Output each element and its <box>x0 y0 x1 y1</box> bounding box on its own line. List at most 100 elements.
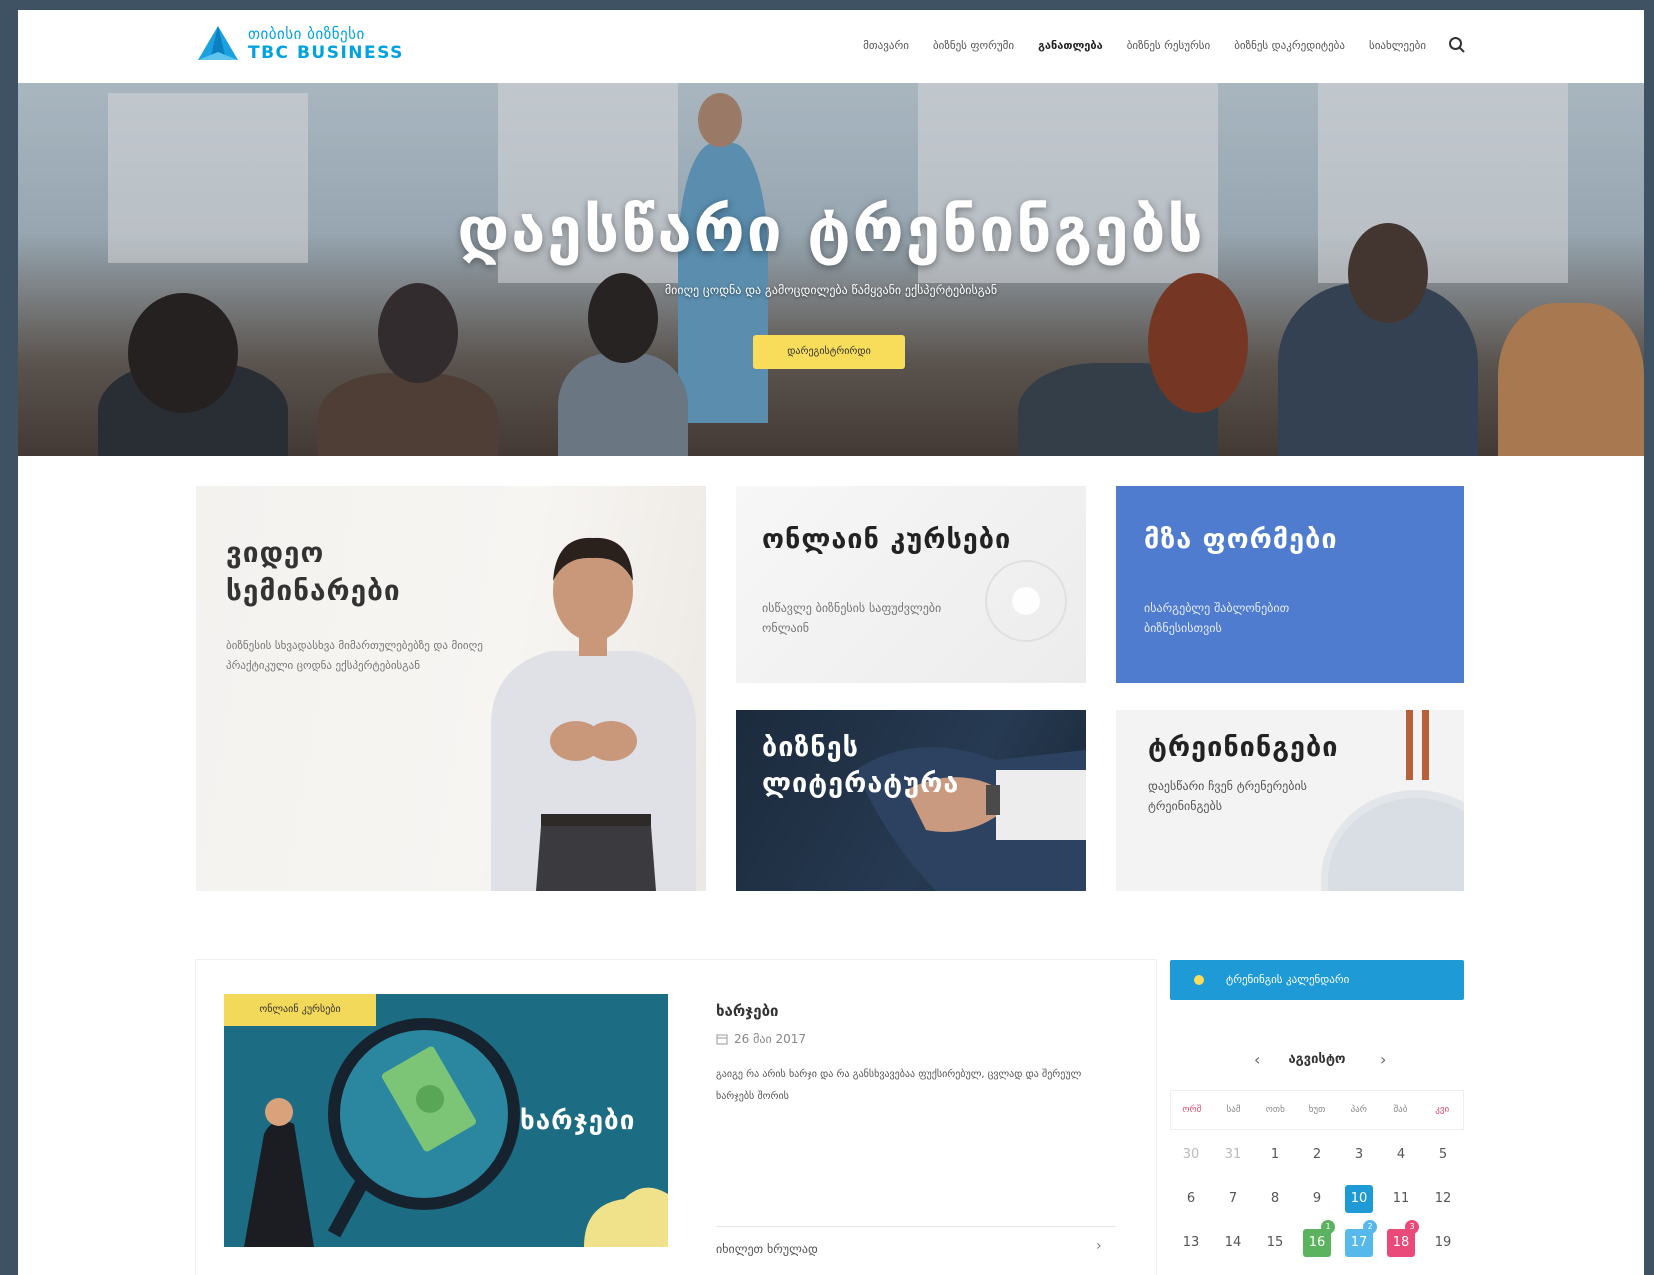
nav-item-1[interactable]: ბიზნეს ფორუმი <box>933 39 1014 52</box>
event-count-badge: 1 <box>1321 1220 1335 1234</box>
logo-mark-icon <box>198 26 238 60</box>
calendar-day-number: 3 <box>1354 1147 1364 1162</box>
calendar-day[interactable]: 12 <box>1422 1184 1464 1228</box>
top-header: თიბისი ბიზნესი TBC BUSINESS მთავარი ბიზნე… <box>18 10 1644 83</box>
article-divider <box>716 1226 1116 1227</box>
event-count-badge: 3 <box>1405 1220 1419 1234</box>
speaker-photo-icon <box>491 537 696 891</box>
hero-overlay <box>18 83 1644 456</box>
tile-trainings-title: ტრეინინგები <box>1148 732 1339 763</box>
nav-item-4[interactable]: ბიზნეს დაკრედიტება <box>1234 39 1345 52</box>
calendar-day[interactable]: 3 <box>1338 1140 1380 1184</box>
calendar-weekday: შაბ <box>1393 1105 1408 1115</box>
calendar-week-row: 30 31 1 2 3 4 5 <box>1170 1140 1464 1184</box>
tile-trainings-desc: დაესწარი ჩვენ ტრენერების ტრეინინგებს <box>1148 779 1307 813</box>
nav-item-3[interactable]: ბიზნეს რესურსი <box>1127 39 1211 52</box>
calendar-weekday: კვი <box>1435 1105 1450 1115</box>
calendar-weekdays: ორშ სამ ოთხ ხუთ პარ შაბ კვი <box>1170 1090 1464 1130</box>
calendar-icon <box>716 1034 728 1045</box>
calendar-day-number: 11 <box>1392 1191 1410 1206</box>
tile-video-desc: ბიზნესის სხვადასხვა მიმართულებებზე და მი… <box>226 639 483 672</box>
dot-icon <box>1194 975 1204 985</box>
calendar-day[interactable]: 15 <box>1254 1228 1296 1272</box>
hero-title: დაესწარი ტრენინგებს <box>457 193 1205 266</box>
search-icon[interactable] <box>1448 36 1466 54</box>
calendar-day[interactable]: 31 <box>1212 1140 1254 1184</box>
article-image-label: ხარჯები <box>520 1106 636 1136</box>
calendar-day-number: 4 <box>1396 1147 1406 1162</box>
training-calendar-label: ტრენინგის კალენდარი <box>1226 973 1350 986</box>
calendar-day-number: 7 <box>1228 1191 1238 1206</box>
calendar-day[interactable]: 2 <box>1296 1140 1338 1184</box>
calendar-month-title: აგვისტო <box>1288 1052 1346 1067</box>
online-pattern-icon <box>985 560 1067 642</box>
calendar-next-month-icon[interactable]: › <box>1380 1050 1386 1069</box>
tile-literature-title: ბიზნეს ლიტერატურა <box>762 732 960 799</box>
tile-ready-forms[interactable]: მზა ფორმები ისარგებლე შაბლონებით ბიზნესი… <box>1116 486 1464 683</box>
featured-article: ონლაინ კურსები ხარჯები ხარჯები 26 მაი 20… <box>196 960 1156 1275</box>
calendar-day-number: 8 <box>1270 1191 1280 1206</box>
calendar-day[interactable]: 7 <box>1212 1184 1254 1228</box>
logo[interactable]: თიბისი ბიზნესი TBC BUSINESS <box>196 24 404 64</box>
calendar-day[interactable]: 6 <box>1170 1184 1212 1228</box>
page: თიბისი ბიზნესი TBC BUSINESS მთავარი ბიზნე… <box>18 10 1644 1275</box>
main-nav: მთავარი ბიზნეს ფორუმი განათლება ბიზნეს რესუ… <box>839 36 1466 54</box>
calendar-week-row: 13 14 15 16 1 17 2 18 3 19 <box>1170 1220 1464 1272</box>
article-read-more-link[interactable]: იხილეთ ხრულად <box>716 1242 818 1256</box>
training-calendar-button[interactable]: ტრენინგის კალენდარი <box>1170 960 1464 1000</box>
calendar-day[interactable]: 13 <box>1170 1228 1212 1272</box>
hero-register-button[interactable]: დარეგისტრირდი <box>753 335 905 369</box>
tile-trainings[interactable]: ტრეინინგები დაესწარი ჩვენ ტრენერების ტრე… <box>1116 710 1464 891</box>
article-tag: ონლაინ კურსები <box>224 994 376 1026</box>
calendar-day-number: 15 <box>1266 1235 1284 1250</box>
calendar-day-number: 14 <box>1224 1235 1242 1250</box>
calendar-day[interactable]: 8 <box>1254 1184 1296 1228</box>
tile-business-literature[interactable]: ბიზნეს ლიტერატურა <box>736 710 1086 891</box>
article-date-text: 26 მაი 2017 <box>734 1032 807 1046</box>
calendar-day-number: 30 <box>1182 1147 1200 1162</box>
calendar-days-grid: 30 31 1 2 3 4 5 6 7 8 9 10 11 12 13 14 15 16 1 17 2 18 3 19 <box>1170 1140 1464 1272</box>
calendar-week-row: 6 7 8 9 10 11 12 <box>1170 1184 1464 1228</box>
calendar-day[interactable]: 19 <box>1422 1228 1464 1272</box>
nav-item-0[interactable]: მთავარი <box>863 39 909 52</box>
calendar-day-number: 10 <box>1345 1185 1373 1213</box>
calendar-day-number: 31 <box>1224 1147 1242 1162</box>
tile-video-title: ვიდეო სემინარები <box>226 536 401 607</box>
article-title[interactable]: ხარჯები <box>716 1002 779 1020</box>
logo-english-text: TBC BUSINESS <box>248 43 404 63</box>
calendar-day[interactable]: 4 <box>1380 1140 1422 1184</box>
calendar-weekday: პარ <box>1350 1105 1367 1115</box>
hero-banner: დაესწარი ტრენინგებს მიიღე ცოდნა და გამოც… <box>18 83 1644 456</box>
calendar-day[interactable]: 17 2 <box>1338 1220 1380 1272</box>
calendar-day[interactable]: 30 <box>1170 1140 1212 1184</box>
calendar-weekday: ოთხ <box>1265 1105 1285 1115</box>
calendar-day-number: 12 <box>1434 1191 1452 1206</box>
calendar-day-number: 9 <box>1312 1191 1322 1206</box>
calendar-weekday: ორშ <box>1182 1105 1202 1115</box>
article-image[interactable]: ონლაინ კურსები ხარჯები <box>224 994 668 1247</box>
tile-video-seminars[interactable]: ვიდეო სემინარები ბიზნესის სხვადასხვა მიმ… <box>196 486 706 891</box>
chevron-right-icon[interactable]: › <box>1096 1238 1102 1254</box>
nav-item-2[interactable]: განათლება <box>1038 39 1103 52</box>
tile-online-courses[interactable]: ონლაინ კურსები ისწავლე ბიზნესის საფუძვლე… <box>736 486 1086 683</box>
calendar-day[interactable]: 5 <box>1422 1140 1464 1184</box>
calendar-day[interactable]: 1 <box>1254 1140 1296 1184</box>
tile-online-desc: ისწავლე ბიზნესის საფუძვლები ონლაინ <box>762 601 942 635</box>
hero-subtitle: მიიღე ცოდნა და გამოცდილება წამყვანი ექსპ… <box>664 283 998 297</box>
calendar-day-number: 13 <box>1182 1235 1200 1250</box>
article-excerpt: გაიგე რა არის ხარჯი და რა განსხვავებაა ფ… <box>716 1069 1082 1102</box>
calendar-day[interactable]: 18 3 <box>1380 1220 1422 1272</box>
article-date: 26 მაი 2017 <box>716 1032 806 1046</box>
calendar-day-number: 1 <box>1270 1147 1280 1162</box>
tile-forms-desc: ისარგებლე შაბლონებით ბიზნესისთვის <box>1144 601 1290 635</box>
tile-forms-title: მზა ფორმები <box>1144 524 1338 555</box>
calendar-day-number: 5 <box>1438 1147 1448 1162</box>
calendar-weekday: ხუთ <box>1308 1105 1326 1115</box>
calendar-weekday: სამ <box>1226 1105 1241 1115</box>
calendar-day[interactable]: 14 <box>1212 1228 1254 1272</box>
event-count-badge: 2 <box>1363 1220 1377 1234</box>
calendar-day-number: 19 <box>1434 1235 1452 1250</box>
nav-item-5[interactable]: სიახლეები <box>1369 39 1426 52</box>
logo-georgian-text: თიბისი ბიზნესი <box>248 25 365 43</box>
calendar-day[interactable]: 16 1 <box>1296 1220 1338 1272</box>
